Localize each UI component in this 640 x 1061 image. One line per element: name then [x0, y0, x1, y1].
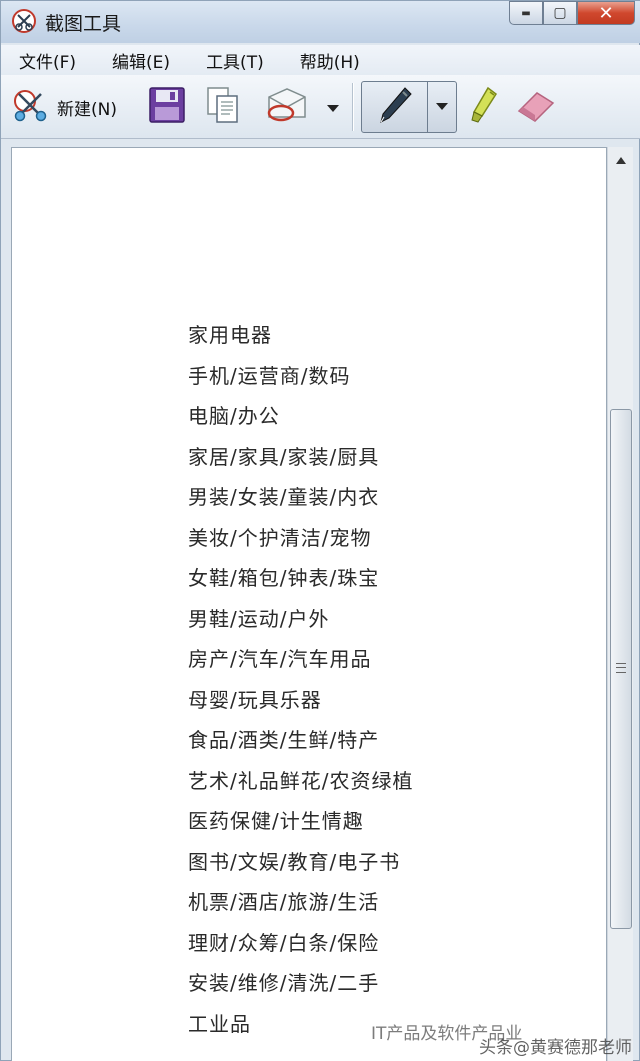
menu-file[interactable]: 文件(F): [13, 46, 82, 75]
save-button[interactable]: [147, 87, 187, 127]
pen-tool-group: [361, 81, 457, 133]
window-controls: ▬ ▢ ✕: [509, 1, 635, 25]
list-item: 母婴/玩具乐器: [188, 687, 322, 712]
minimize-icon: ▬: [521, 7, 531, 19]
menu-bar: 文件(F) 编辑(E) 工具(T) 帮助(H): [1, 45, 640, 75]
snip-canvas: 家用电器 手机/运营商/数码 电脑/办公 家居/家具/家装/厨具 男装/女装/童…: [11, 147, 607, 1061]
close-button[interactable]: ✕: [577, 1, 635, 25]
list-item: 艺术/礼品鲜花/农资绿植: [188, 768, 414, 793]
toolbar: 新建(N): [1, 75, 640, 139]
menu-tools[interactable]: 工具(T): [200, 46, 270, 75]
copy-button[interactable]: [205, 87, 241, 127]
menu-edit[interactable]: 编辑(E): [106, 46, 176, 75]
list-item: 手机/运营商/数码: [188, 363, 351, 388]
save-icon: [148, 86, 186, 128]
new-snip-label: 新建(N): [57, 99, 117, 120]
list-item: 房产/汽车/汽车用品: [188, 647, 372, 671]
list-item: 医药保健/计生情趣: [188, 809, 364, 833]
list-item: 男鞋/运动/户外: [188, 606, 330, 631]
eraser-icon: [515, 89, 557, 127]
list-item: 机票/酒店/旅游/生活: [188, 890, 380, 914]
list-item: 理财/众筹/白条/保险: [188, 930, 380, 955]
window-title: 截图工具: [45, 13, 122, 35]
title-bar[interactable]: 截图工具 ▬ ▢ ✕: [1, 1, 640, 43]
dropdown-arrow-icon: [327, 98, 339, 117]
send-email-icon: [263, 85, 309, 129]
minimize-button[interactable]: ▬: [509, 1, 543, 25]
chevron-up-icon: [616, 156, 626, 167]
list-item: 男装/女装/童装/内衣: [188, 485, 380, 509]
pen-icon: [375, 84, 415, 130]
category-list: 家用电器 手机/运营商/数码 电脑/办公 家居/家具/家装/厨具 男装/女装/童…: [188, 315, 413, 1044]
list-item: 家用电器: [188, 323, 272, 347]
snipping-tool-app-icon: [11, 8, 37, 34]
list-item: 食品/酒类/生鲜/特产: [188, 728, 380, 752]
snipping-tool-window: 截图工具 ▬ ▢ ✕ 文件(F) 编辑(E) 工具(T) 帮助(H) 新建(N)…: [0, 0, 640, 1061]
list-item: 家居/家具/家装/厨具: [188, 444, 380, 469]
pen-dropdown-button[interactable]: [428, 82, 456, 132]
watermark-line-2: 头条@黄赛德那老师: [479, 1038, 632, 1058]
send-snip-button[interactable]: [263, 87, 309, 127]
highlighter-button[interactable]: [467, 86, 499, 130]
scissors-icon: [13, 86, 51, 128]
pen-button[interactable]: [362, 82, 428, 132]
toolbar-separator: [352, 83, 354, 131]
vertical-scrollbar[interactable]: [607, 147, 633, 1061]
list-item: 电脑/办公: [188, 404, 280, 428]
dropdown-arrow-icon: [436, 100, 448, 114]
scrollbar-thumb[interactable]: [610, 409, 632, 929]
highlighter-icon: [468, 86, 498, 130]
list-item: 图书/文娱/教育/电子书: [188, 849, 401, 874]
eraser-button[interactable]: [515, 89, 557, 127]
list-item: 安装/维修/清洗/二手: [188, 971, 380, 995]
close-icon: ✕: [598, 2, 614, 24]
scroll-up-button[interactable]: [610, 149, 632, 173]
list-item: 美妆/个护清洁/宠物: [188, 525, 372, 550]
grip-icon: [616, 663, 626, 673]
menu-help[interactable]: 帮助(H): [294, 46, 366, 75]
maximize-icon: ▢: [553, 5, 567, 21]
new-snip-button[interactable]: 新建(N): [13, 85, 117, 129]
copy-icon: [206, 86, 240, 128]
maximize-button[interactable]: ▢: [543, 1, 577, 25]
list-item: 女鞋/箱包/钟表/珠宝: [188, 566, 380, 590]
send-dropdown-button[interactable]: [323, 97, 343, 117]
